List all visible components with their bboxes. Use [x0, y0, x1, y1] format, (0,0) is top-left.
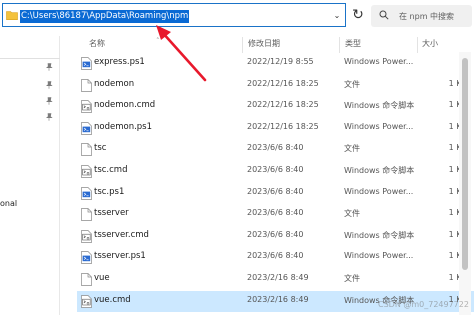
file-name: tsc: [94, 143, 107, 154]
file-type: 文件: [344, 274, 360, 283]
file-modified-date: 2023/6/6 8:40: [247, 186, 304, 196]
file-row[interactable]: nodemon.ps1 2022/12/16 18:25 Windows Power…: [77, 118, 474, 139]
file-type: Windows Power...: [344, 121, 414, 131]
watermark: CSDN @m0_72497722: [378, 300, 469, 309]
file-name: nodemon.ps1: [94, 121, 153, 132]
file-modified-date: 2022/12/16 18:25: [247, 100, 319, 110]
file-modified-date: 2022/12/16 18:25: [247, 121, 319, 131]
file-modified-date: 2023/6/6 8:40: [247, 229, 304, 239]
file-row[interactable]: tsserver.cmd 2023/6/6 8:40 Windows 命令脚本 1 K…: [77, 226, 474, 247]
refresh-button[interactable]: ↻: [348, 5, 368, 25]
pin-icon[interactable]: [45, 63, 53, 71]
file-type: Windows Power...: [344, 186, 414, 196]
search-input[interactable]: [399, 5, 469, 27]
generic-file-icon: [81, 208, 92, 222]
file-name: tsc.cmd: [94, 165, 128, 175]
pin-icon[interactable]: [45, 113, 53, 121]
file-modified-date: 2023/6/6 8:40: [247, 208, 304, 218]
scrollbar-thumb[interactable]: [462, 58, 468, 270]
file-modified-date: 2022/12/19 8:55: [247, 57, 314, 66]
file-row[interactable]: nodemon 2022/12/16 18:25 文件 1 KB: [77, 75, 474, 96]
file-name: vue.cmd: [94, 294, 131, 305]
cmd-file-icon: [81, 229, 92, 243]
column-divider[interactable]: [339, 37, 340, 53]
file-type: Windows 命令脚本: [344, 166, 415, 175]
generic-file-icon: [81, 78, 92, 92]
file-row[interactable]: tsc.ps1 2023/6/6 8:40 Windows Power... 1 KB: [77, 183, 474, 204]
file-row[interactable]: tsserver.ps1 2023/6/6 8:40 Windows Power..…: [77, 247, 474, 268]
file-name: tsserver.ps1: [94, 251, 146, 262]
file-type: Windows Power...: [344, 251, 414, 261]
column-header-modified[interactable]: 修改日期: [248, 37, 280, 51]
file-type: 文件: [344, 209, 360, 219]
file-modified-date: 2023/6/6 8:40: [247, 143, 304, 153]
file-modified-date: 2023/2/16 8:49: [247, 294, 309, 304]
chevron-down-icon[interactable]: ⌄: [331, 11, 343, 21]
file-name: vue: [94, 273, 110, 283]
file-type: 文件: [344, 79, 360, 89]
file-modified-date: 2022/12/16 18:25: [247, 78, 319, 88]
file-row[interactable]: tsc 2023/6/6 8:40 文件 1 KB: [77, 139, 474, 160]
cmd-file-icon: [81, 100, 92, 114]
powershell-file-icon: [81, 121, 92, 135]
column-divider[interactable]: [242, 37, 243, 53]
cmd-file-icon: [81, 165, 92, 178]
column-header-type[interactable]: 类型: [345, 37, 361, 51]
file-modified-date: 2023/6/6 8:40: [247, 165, 304, 174]
file-name: tsserver.cmd: [94, 229, 149, 240]
cmd-file-icon: [81, 294, 92, 308]
pin-icon[interactable]: [45, 97, 53, 105]
column-header-name[interactable]: 名称: [89, 37, 105, 51]
sort-up-icon: ˄: [156, 37, 160, 45]
file-type: Windows Power...: [344, 57, 414, 66]
file-name: express.ps1: [94, 57, 145, 67]
powershell-file-icon: [81, 186, 92, 200]
file-name: tsserver: [94, 208, 129, 219]
address-path[interactable]: C:\Users\86187\AppData\Roaming\npm: [20, 10, 190, 23]
file-modified-date: 2023/6/6 8:40: [247, 251, 304, 261]
nav-item-label[interactable]: onal: [0, 199, 17, 208]
powershell-file-icon: [81, 57, 92, 70]
powershell-file-icon: [81, 251, 92, 265]
generic-file-icon: [81, 273, 92, 286]
search-box[interactable]: [371, 5, 472, 27]
file-row[interactable]: nodemon.cmd 2022/12/16 18:25 Windows 命令脚本 1…: [77, 96, 474, 117]
pin-icon[interactable]: [45, 81, 53, 89]
column-divider[interactable]: [417, 37, 418, 53]
search-icon: [379, 10, 389, 20]
refresh-icon: ↻: [352, 7, 364, 23]
file-modified-date: 2023/2/16 8:49: [247, 273, 309, 282]
file-type: Windows 命令脚本: [344, 101, 415, 111]
file-row[interactable]: tsc.cmd 2023/6/6 8:40 Windows 命令脚本 1 KB: [77, 161, 474, 182]
file-row[interactable]: tsserver 2023/6/6 8:40 文件 1 KB: [77, 204, 474, 225]
generic-file-icon: [81, 143, 92, 157]
file-name: tsc.ps1: [94, 186, 125, 197]
column-header-size[interactable]: 大小: [422, 37, 438, 51]
file-row[interactable]: express.ps1 2022/12/19 8:55 Windows Power.…: [77, 53, 474, 74]
file-name: nodemon: [94, 78, 135, 89]
file-type: 文件: [344, 144, 360, 154]
navigation-pane[interactable]: onal: [0, 36, 60, 315]
file-type: Windows 命令脚本: [344, 230, 415, 240]
file-row[interactable]: vue 2023/2/16 8:49 文件 1 KB: [77, 269, 474, 290]
file-name: nodemon.cmd: [94, 100, 156, 111]
folder-icon: [6, 11, 18, 20]
nav-quick-access-item[interactable]: [0, 41, 60, 59]
address-bar[interactable]: C:\Users\86187\AppData\Roaming\npm ⌄: [2, 3, 346, 27]
